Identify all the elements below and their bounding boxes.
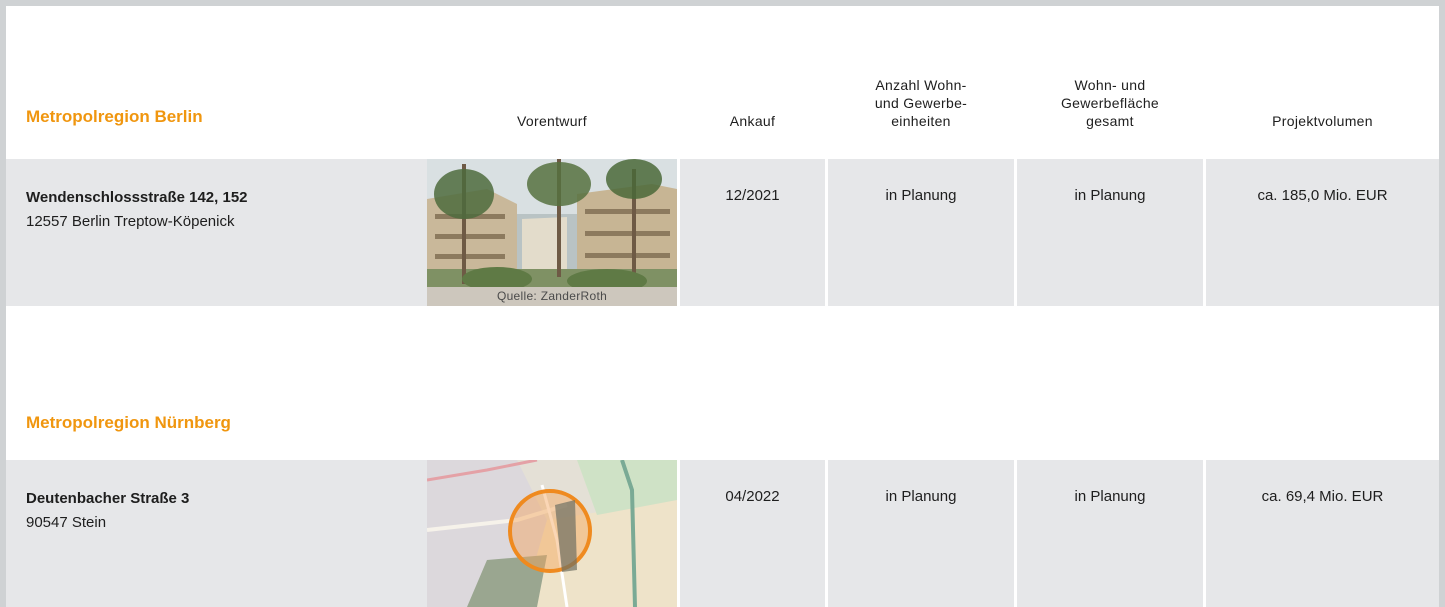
einheiten-cell: in Planung [828, 460, 1014, 607]
header-vorentwurf-label: Vorentwurf [517, 113, 587, 129]
project-street: Deutenbacher Straße 3 [26, 490, 190, 507]
flaeche-cell: in Planung [1017, 159, 1203, 306]
header-flaeche-line3: gesamt [1086, 113, 1134, 129]
header-flaeche-line1: Wohn- und [1074, 77, 1146, 93]
project-city: 90547 Stein [26, 514, 107, 531]
header-flaeche: Wohn- und Gewerbefläche gesamt [1017, 40, 1203, 130]
header-volumen: Projektvolumen [1206, 40, 1439, 130]
table-row-nuernberg: Deutenbacher Straße 3 90547 Stein 04/202… [6, 460, 1439, 607]
project-city: 12557 Berlin Treptow-Köpenick [26, 213, 235, 230]
building-rendering-icon [427, 159, 677, 306]
volumen-cell: ca. 185,0 Mio. EUR [1206, 159, 1439, 306]
volumen-cell: ca. 69,4 Mio. EUR [1206, 460, 1439, 607]
header-volumen-label: Projektvolumen [1272, 113, 1373, 129]
region-title-nuernberg: Metropolregion Nürnberg [26, 413, 231, 432]
project-street: Wendenschlossstraße 142, 152 [26, 189, 248, 206]
einheiten-cell: in Planung [828, 159, 1014, 306]
region-title-berlin: Metropolregion Berlin [26, 107, 203, 126]
project-address: Deutenbacher Straße 3 90547 Stein [26, 487, 189, 535]
location-map-image [427, 460, 677, 607]
frame-top [0, 0, 1445, 6]
map-icon [427, 460, 677, 607]
flaeche-cell: in Planung [1017, 460, 1203, 607]
image-caption: Quelle: ZanderRoth [427, 287, 677, 306]
rendering-image: Quelle: ZanderRoth [427, 159, 677, 306]
header-ankauf: Ankauf [680, 40, 825, 130]
header-anzahl-line1: Anzahl Wohn- [875, 77, 967, 93]
table-row-berlin: Wendenschlossstraße 142, 152 12557 Berli… [6, 159, 1439, 306]
ankauf-cell: 12/2021 [680, 159, 825, 306]
header-anzahl-line3: einheiten [891, 113, 951, 129]
header-ankauf-label: Ankauf [729, 113, 776, 129]
project-address: Wendenschlossstraße 142, 152 12557 Berli… [26, 186, 248, 234]
header-vorentwurf: Vorentwurf [427, 40, 677, 130]
ankauf-cell: 04/2022 [680, 460, 825, 607]
header-flaeche-line2: Gewerbefläche [1060, 95, 1160, 111]
frame-right [1439, 0, 1445, 607]
header-anzahl: Anzahl Wohn- und Gewerbe- einheiten [828, 40, 1014, 130]
header-anzahl-line2: und Gewerbe- [874, 95, 968, 111]
